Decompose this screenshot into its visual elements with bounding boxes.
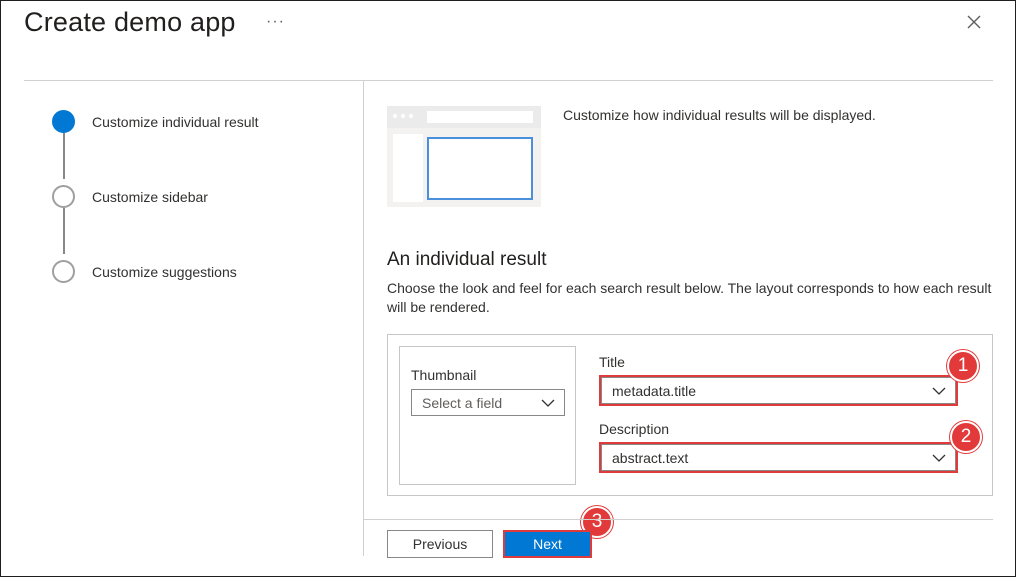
illustration-result-area bbox=[427, 137, 533, 200]
step-inactive-indicator bbox=[52, 260, 75, 283]
footer-divider bbox=[364, 519, 993, 520]
chevron-down-icon bbox=[932, 387, 946, 395]
description-field-label: Description bbox=[599, 421, 670, 437]
description-select-value: abstract.text bbox=[612, 449, 689, 466]
step-label: Customize suggestions bbox=[92, 263, 237, 280]
step-customize-suggestions[interactable]: Customize suggestions bbox=[52, 260, 237, 283]
title-select[interactable]: metadata.title bbox=[599, 375, 958, 406]
section-title: An individual result bbox=[387, 249, 547, 270]
step-customize-sidebar[interactable]: Customize sidebar bbox=[52, 185, 208, 208]
step-connector bbox=[63, 208, 65, 254]
thumbnail-select[interactable]: Select a field bbox=[411, 389, 565, 416]
description-select[interactable]: abstract.text bbox=[599, 442, 958, 473]
next-button[interactable]: Next bbox=[503, 530, 592, 558]
result-layout-illustration bbox=[387, 106, 541, 207]
more-options-icon[interactable]: ··· bbox=[266, 13, 285, 31]
callout-badge-1: 1 bbox=[947, 350, 979, 382]
dialog-title: Create demo app bbox=[24, 7, 236, 37]
thumbnail-select-value: Select a field bbox=[422, 394, 503, 411]
title-field-label: Title bbox=[599, 354, 625, 370]
callout-badge-2: 2 bbox=[950, 421, 982, 453]
step-active-indicator bbox=[52, 110, 75, 133]
thumbnail-label: Thumbnail bbox=[411, 367, 477, 383]
title-select-value: metadata.title bbox=[612, 382, 697, 399]
intro-text: Customize how individual results will be… bbox=[563, 107, 876, 123]
illustration-sidebar bbox=[393, 134, 423, 202]
browser-bar bbox=[387, 106, 541, 128]
chevron-down-icon bbox=[932, 454, 946, 462]
chevron-down-icon bbox=[541, 399, 555, 407]
header-divider bbox=[24, 80, 993, 81]
step-label: Customize sidebar bbox=[92, 188, 208, 205]
close-icon[interactable] bbox=[963, 11, 985, 33]
section-description: Choose the look and feel for each search… bbox=[387, 280, 992, 315]
step-inactive-indicator bbox=[52, 185, 75, 208]
step-connector bbox=[63, 133, 65, 179]
step-customize-individual-result[interactable]: Customize individual result bbox=[52, 110, 259, 133]
create-demo-app-dialog: Create demo app ··· Customize individual… bbox=[0, 0, 1016, 577]
step-label: Customize individual result bbox=[92, 113, 259, 130]
stepper-divider bbox=[363, 81, 364, 556]
previous-button[interactable]: Previous bbox=[387, 530, 493, 558]
